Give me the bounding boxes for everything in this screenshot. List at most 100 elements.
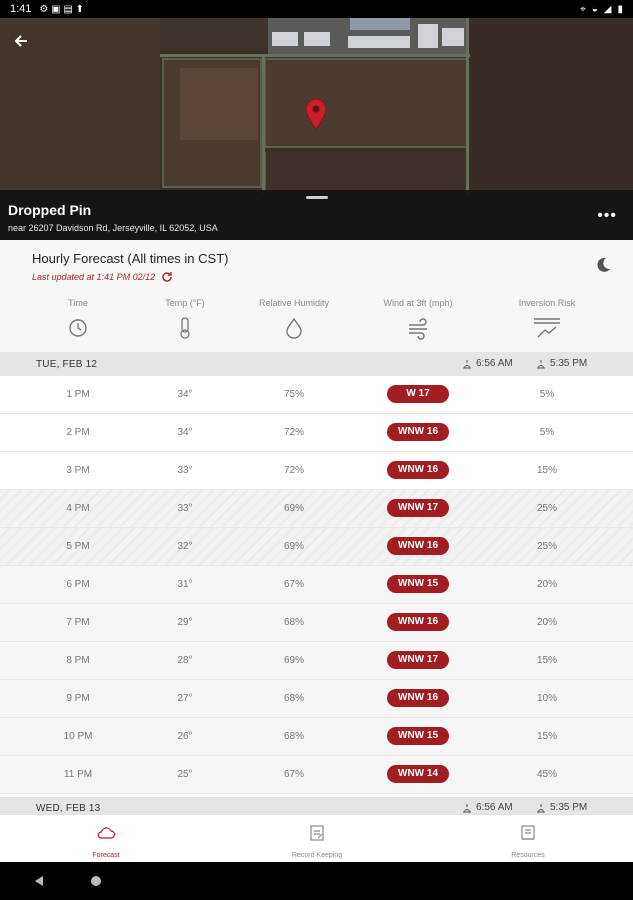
table-row[interactable]: 7 PM 29° 68% WNW 16 20% — [0, 604, 633, 642]
nav-resources-label: Resources — [511, 852, 545, 859]
cell-inversion: 45% — [536, 769, 557, 780]
map-field — [470, 18, 633, 190]
system-home-icon[interactable] — [90, 875, 102, 887]
location-card[interactable]: Dropped Pin near 26207 Davidson Rd, Jers… — [0, 190, 633, 240]
table-row[interactable]: 1 PM 34° 75% W 17 5% — [0, 376, 633, 414]
refresh-icon[interactable] — [161, 271, 173, 283]
table-row[interactable]: 3 PM 33° 72% WNW 16 15% — [0, 452, 633, 490]
signal-icon: ◢ — [603, 3, 612, 15]
cell-inversion: 10% — [536, 693, 557, 704]
map-road — [262, 54, 265, 194]
map-road — [466, 18, 469, 194]
droplet-icon — [286, 317, 302, 339]
sunrise: 6:56 AM — [462, 358, 513, 369]
cell-time: 2 PM — [66, 427, 90, 438]
table-row[interactable]: 4 PM 33° 69% WNW 17 25% — [0, 490, 633, 528]
nav-resources[interactable]: Resources — [468, 815, 588, 863]
sunset: 5:35 PM — [536, 358, 587, 369]
day-label: TUE, FEB 12 — [36, 359, 98, 370]
cell-humidity: 69% — [283, 503, 304, 514]
cell-inversion: 5% — [539, 427, 555, 438]
status-system-icons: ⌖ ◒ ◢ ▮ — [580, 4, 623, 15]
cell-temp: 26° — [177, 731, 193, 742]
wind-icon — [409, 318, 427, 340]
map-field — [264, 152, 468, 192]
location-title: Dropped Pin — [8, 202, 92, 218]
cell-humidity: 68% — [283, 731, 304, 742]
more-options-button[interactable]: ••• — [597, 208, 617, 224]
col-label-humidity: Relative Humidity — [258, 298, 330, 308]
table-row[interactable]: 2 PM 34° 72% WNW 16 5% — [0, 414, 633, 452]
day-label: WED, FEB 13 — [36, 803, 101, 814]
map-road — [160, 54, 470, 57]
forecast-rows: 1 PM 34° 75% W 17 5% 2 PM 34° 72% WNW 16… — [0, 376, 633, 794]
map-field — [180, 68, 258, 140]
cell-inversion: 15% — [536, 465, 557, 476]
thermometer-icon — [180, 317, 190, 339]
table-row[interactable]: 9 PM 27° 68% WNW 16 10% — [0, 680, 633, 718]
nav-record-keeping[interactable]: Record Keeping — [257, 815, 377, 863]
back-button[interactable] — [10, 32, 32, 54]
map-buildings — [268, 18, 468, 54]
cell-time: 5 PM — [66, 541, 90, 552]
cell-humidity: 68% — [283, 693, 304, 704]
sunrise-icon — [463, 359, 471, 368]
sunset-icon — [537, 359, 545, 368]
wind-badge: WNW 16 — [387, 461, 449, 479]
drag-handle[interactable] — [306, 196, 328, 199]
cell-inversion: 5% — [539, 389, 555, 400]
cell-humidity: 68% — [283, 617, 304, 628]
cell-inversion: 15% — [536, 655, 557, 666]
map-field — [264, 58, 468, 148]
col-label-inversion: Inversion Risk — [518, 298, 576, 308]
wind-badge: WNW 14 — [387, 765, 449, 783]
cell-humidity: 72% — [283, 465, 304, 476]
cell-temp: 27° — [177, 693, 193, 704]
cell-time: 7 PM — [66, 617, 90, 628]
notebook-icon — [310, 825, 324, 841]
cell-humidity: 67% — [283, 769, 304, 780]
cell-inversion: 25% — [536, 503, 557, 514]
status-notification-icons: ⚙ ▣ ▤ ⬆ — [39, 3, 84, 15]
cell-time: 8 PM — [66, 655, 90, 666]
wind-badge: WNW 17 — [387, 499, 449, 517]
cell-time: 6 PM — [66, 579, 90, 590]
cell-temp: 34° — [177, 389, 193, 400]
more-icon: ••• — [597, 207, 617, 224]
table-row[interactable]: 5 PM 32° 69% WNW 16 25% — [0, 528, 633, 566]
map-view[interactable]: Dropped Pin near 26207 Davidson Rd, Jers… — [0, 18, 633, 240]
moon-icon[interactable] — [594, 256, 612, 274]
table-row[interactable]: 11 PM 25° 67% WNW 14 45% — [0, 756, 633, 794]
wind-badge: W 17 — [387, 385, 449, 403]
system-navigation-bar — [0, 862, 633, 900]
status-time: 1:41 — [10, 3, 32, 15]
forecast-header: Hourly Forecast (All times in CST) Last … — [0, 240, 633, 352]
cell-temp: 34° — [177, 427, 193, 438]
table-row[interactable]: 8 PM 28° 69% WNW 17 15% — [0, 642, 633, 680]
map-pin-icon[interactable] — [305, 98, 327, 130]
nav-record-keeping-label: Record Keeping — [291, 852, 343, 859]
column-icons — [0, 316, 633, 340]
inversion-icon — [534, 318, 560, 338]
system-back-icon[interactable] — [33, 875, 45, 887]
cell-temp: 29° — [177, 617, 193, 628]
nav-forecast[interactable]: Forecast — [46, 815, 166, 863]
cell-time: 3 PM — [66, 465, 90, 476]
forecast-title: Hourly Forecast (All times in CST) — [32, 251, 229, 266]
cell-temp: 33° — [177, 503, 193, 514]
sunset-time: 5:35 PM — [550, 802, 588, 813]
table-row[interactable]: 10 PM 26° 68% WNW 15 15% — [0, 718, 633, 756]
cell-inversion: 15% — [536, 731, 557, 742]
last-updated: Last updated at 1:41 PM 02/12 — [32, 271, 173, 283]
nav-forecast-label: Forecast — [92, 852, 120, 859]
col-label-wind: Wind at 3ft (mph) — [383, 298, 453, 308]
cell-time: 1 PM — [66, 389, 90, 400]
cell-inversion: 20% — [536, 617, 557, 628]
cell-temp: 28° — [177, 655, 193, 666]
wind-badge: WNW 16 — [387, 689, 449, 707]
table-row[interactable]: 6 PM 31° 67% WNW 15 20% — [0, 566, 633, 604]
day-header: TUE, FEB 12 6:56 AM 5:35 PM — [0, 352, 633, 376]
cell-temp: 33° — [177, 465, 193, 476]
back-arrow-icon — [14, 35, 27, 47]
wind-badge: WNW 16 — [387, 423, 449, 441]
